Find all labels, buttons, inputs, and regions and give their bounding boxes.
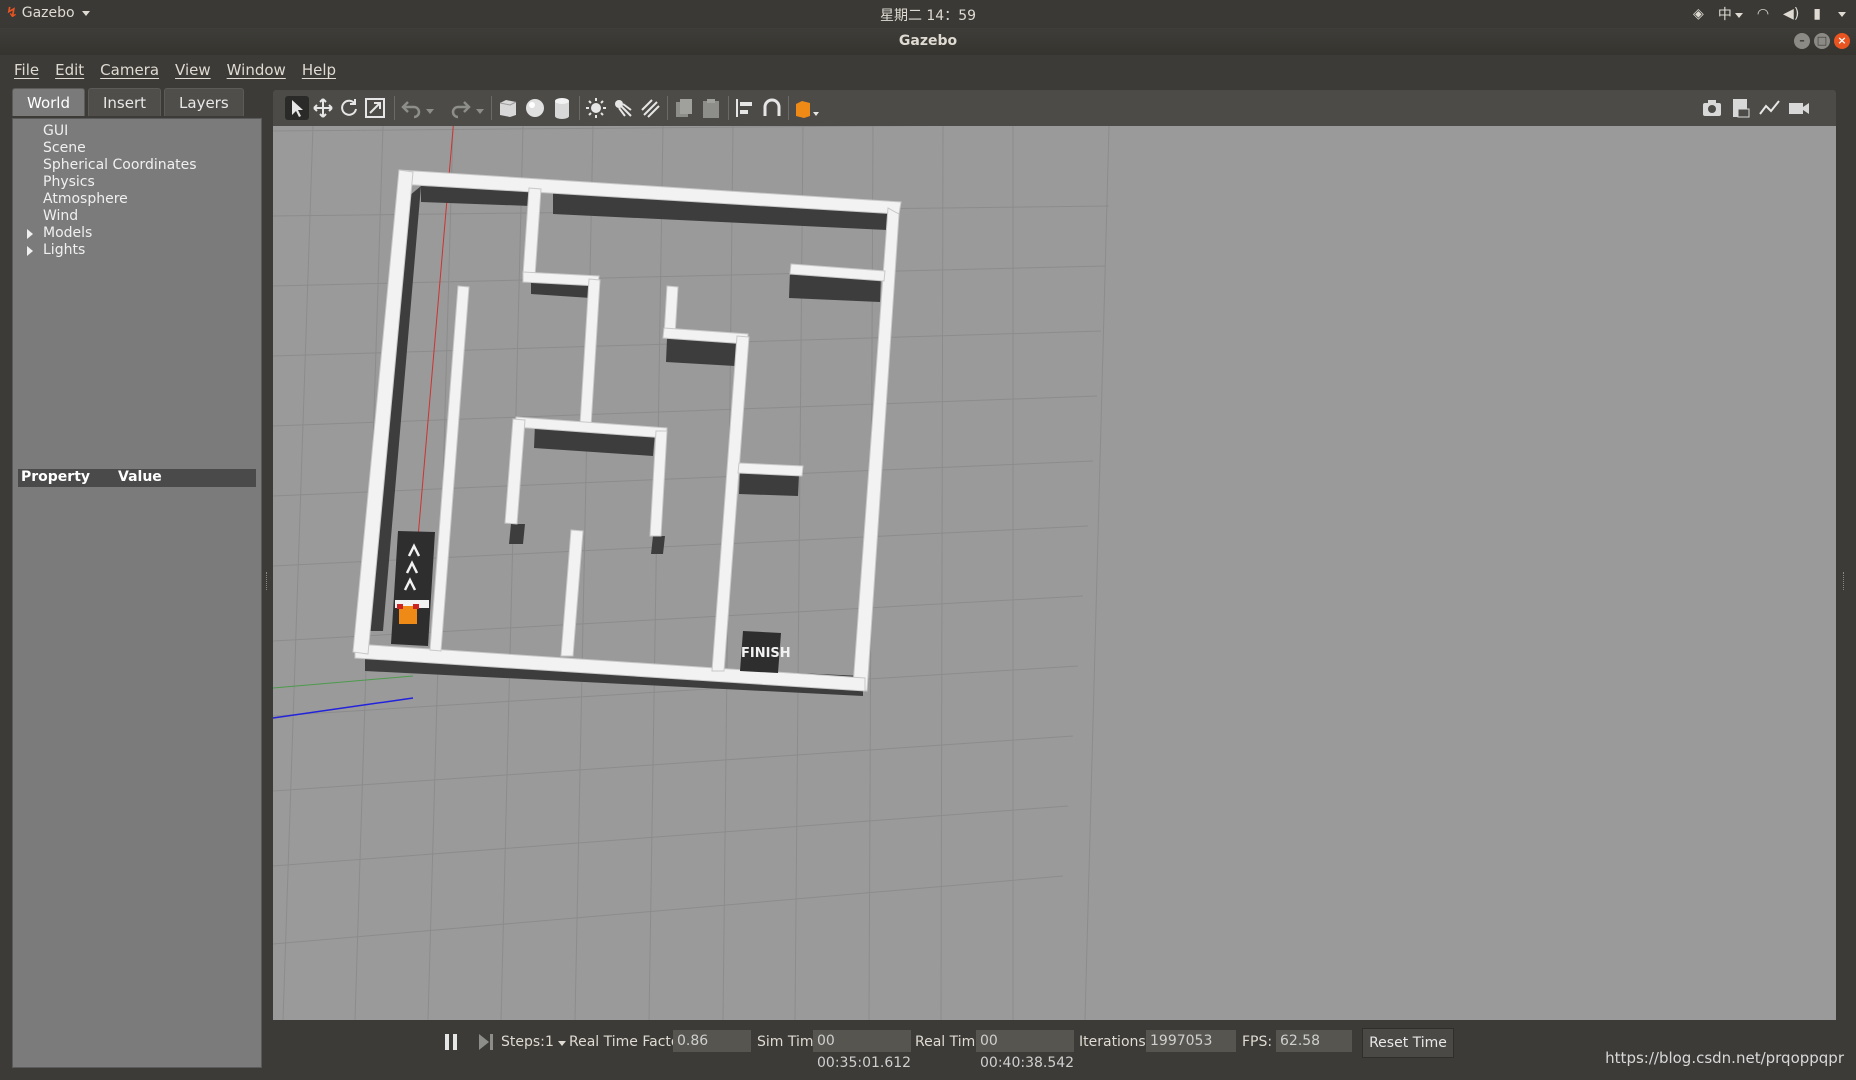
paste-icon[interactable] (699, 96, 723, 120)
scale-icon[interactable] (363, 96, 387, 120)
iterations-label: Iterations: (1079, 1034, 1151, 1050)
left-panel: World Insert Layers GUI Scene Spherical … (12, 88, 262, 1068)
scene-3d-view[interactable]: FINISH (273, 126, 1836, 1020)
align-icon[interactable] (733, 96, 757, 120)
view-angle-icon[interactable] (793, 96, 823, 120)
watermark-text: https://blog.csdn.net/prqoppqpr (1605, 1049, 1844, 1067)
tree-item-physics[interactable]: Physics (23, 174, 197, 191)
world-tree: GUI Scene Spherical Coordinates Physics … (23, 123, 197, 259)
scene-canvas: FINISH (273, 126, 1836, 1020)
point-light-icon[interactable] (584, 96, 608, 120)
box-icon[interactable] (496, 96, 520, 120)
step-button[interactable] (477, 1032, 495, 1056)
real-time-field: 00 00:40:38.542 (976, 1030, 1074, 1071)
render-window: FINISH Steps: 1 Real Time Factor: 0.86 S… (273, 90, 1836, 1071)
redo-history-dropdown[interactable] (473, 96, 485, 120)
sphere-icon[interactable] (523, 96, 547, 120)
screenshot-icon[interactable] (1700, 96, 1724, 120)
tree-item-gui[interactable]: GUI (23, 123, 197, 140)
nvidia-icon[interactable]: ◈ (1693, 6, 1704, 22)
select-icon[interactable] (285, 96, 309, 120)
toolbar-separator (491, 96, 492, 120)
translate-icon[interactable] (311, 96, 335, 120)
world-panel: GUI Scene Spherical Coordinates Physics … (12, 118, 262, 1068)
fps-label: FPS: (1242, 1034, 1273, 1050)
robot-model (397, 604, 419, 624)
system-top-panel: ↯ Gazebo 星期二 14：59 ◈ 中 ◠ ◀) ▮ (0, 0, 1856, 28)
toolbar-separator (788, 96, 789, 120)
power-menu-icon[interactable] (1835, 6, 1846, 22)
menu-view[interactable]: View (175, 61, 211, 79)
reset-time-button[interactable]: Reset Time (1362, 1028, 1454, 1058)
tree-item-scene[interactable]: Scene (23, 140, 197, 157)
finish-label: FINISH (741, 646, 791, 661)
scene-toolbar (273, 90, 1836, 126)
right-splitter-handle[interactable] (1843, 572, 1847, 590)
spot-light-icon[interactable] (611, 96, 635, 120)
cylinder-icon[interactable] (550, 96, 574, 120)
log-icon[interactable] (1729, 96, 1753, 120)
menu-help[interactable]: Help (302, 61, 336, 79)
value-column-header: Value (118, 469, 162, 485)
record-video-icon[interactable] (1787, 96, 1811, 120)
left-panel-tabs: World Insert Layers (12, 88, 247, 118)
fps-field: 62.58 (1276, 1030, 1352, 1052)
undo-history-dropdown[interactable] (423, 96, 435, 120)
menu-camera[interactable]: Camera (100, 61, 159, 79)
window-titlebar: Gazebo – □ × (0, 28, 1856, 55)
volume-icon[interactable]: ◀) (1783, 6, 1799, 22)
tree-item-models[interactable]: Models (23, 225, 197, 242)
toolbar-separator (579, 96, 580, 120)
steps-dropdown[interactable] (558, 1041, 566, 1046)
menu-bar: File Edit Camera View Window Help (0, 55, 1856, 85)
time-panel: Steps: 1 Real Time Factor: 0.86 Sim Time… (273, 1020, 1836, 1071)
toolbar-separator (667, 96, 668, 120)
minimize-button[interactable]: – (1794, 33, 1810, 49)
tree-item-atmosphere[interactable]: Atmosphere (23, 191, 197, 208)
maximize-button[interactable]: □ (1814, 33, 1830, 49)
redo-icon[interactable] (449, 96, 473, 120)
tree-item-spherical-coordinates[interactable]: Spherical Coordinates (23, 157, 197, 174)
tab-insert[interactable]: Insert (88, 88, 162, 116)
real-time-factor-field: 0.86 (673, 1030, 751, 1052)
toolbar-separator (728, 96, 729, 120)
window-title: Gazebo (898, 33, 958, 49)
left-splitter-handle[interactable] (266, 572, 270, 590)
sim-time-field: 00 00:35:01.612 (813, 1030, 911, 1071)
snap-icon[interactable] (760, 96, 784, 120)
steps-label: Steps: (501, 1034, 545, 1050)
directional-light-icon[interactable] (638, 96, 662, 120)
tree-item-wind[interactable]: Wind (23, 208, 197, 225)
menu-edit[interactable]: Edit (55, 61, 84, 79)
plot-icon[interactable] (1758, 96, 1782, 120)
system-tray: ◈ 中 ◠ ◀) ▮ (1693, 4, 1846, 24)
clock[interactable]: 星期二 14：59 (0, 5, 1856, 25)
tree-item-lights[interactable]: Lights (23, 242, 197, 259)
toolbar-separator (394, 96, 395, 120)
menu-file[interactable]: File (14, 61, 39, 79)
undo-icon[interactable] (399, 96, 423, 120)
battery-icon[interactable]: ▮ (1813, 6, 1821, 22)
input-method-indicator[interactable]: 中 (1718, 4, 1743, 24)
menu-window[interactable]: Window (227, 61, 286, 79)
tab-layers[interactable]: Layers (164, 88, 244, 116)
property-table-header: Property Value (18, 469, 256, 487)
iterations-field: 1997053 (1146, 1030, 1236, 1052)
tab-world[interactable]: World (12, 88, 85, 116)
real-time-factor-label: Real Time Factor: (569, 1034, 690, 1050)
pause-button[interactable] (443, 1032, 459, 1056)
wifi-icon[interactable]: ◠ (1757, 6, 1769, 22)
close-button[interactable]: × (1834, 33, 1850, 49)
steps-value[interactable]: 1 (545, 1034, 554, 1050)
start-pad (391, 531, 435, 646)
rotate-icon[interactable] (337, 96, 361, 120)
property-column-header: Property (21, 469, 91, 485)
copy-icon[interactable] (672, 96, 696, 120)
